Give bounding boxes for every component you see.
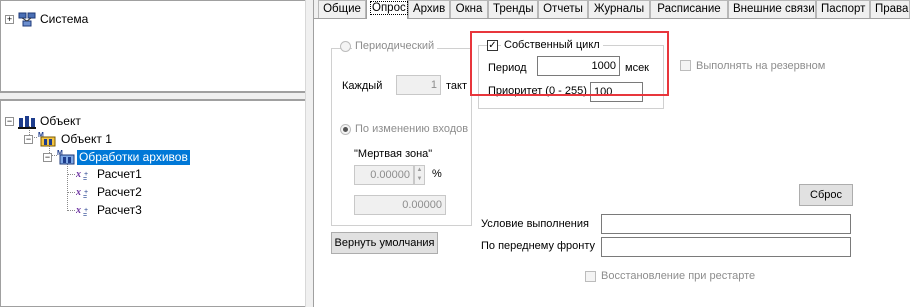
condition-field[interactable] [601,214,851,234]
svg-text:x: x [76,187,81,198]
restore-on-restart-checkbox[interactable] [585,271,596,282]
tab-reports[interactable]: Отчеты [538,0,588,18]
tab-passport[interactable]: Паспорт [816,0,870,18]
reserve-checkbox[interactable] [680,60,691,71]
collapse-archive-processing-button[interactable]: − [43,153,52,162]
by-change-label: По изменению входов [352,123,472,135]
svg-text:=: = [83,194,87,200]
periodic-radio[interactable] [340,41,351,52]
tab-windows[interactable]: Окна [450,0,488,18]
tab-schedule[interactable]: Расписание [650,0,728,18]
condition-label: Условие выполнения [481,218,589,230]
tree-item-calc1[interactable]: Расчет1 [95,167,144,182]
restore-on-restart-label: Восстановление при рестарте [601,270,756,282]
expand-system-button[interactable]: + [5,15,14,24]
vertical-splitter[interactable] [305,0,314,307]
collapse-object-button[interactable]: − [5,117,14,126]
reset-button[interactable]: Сброс [799,184,853,206]
calc-icon: x + = [76,187,88,200]
spin-up-icon[interactable]: ▲ [415,166,424,175]
restore-defaults-button[interactable]: Вернуть умолчания [331,232,438,254]
each-field[interactable]: 1 [396,75,441,95]
tab-trends[interactable]: Тренды [488,0,538,18]
svg-text:=: = [83,176,87,182]
tab-polling[interactable]: Опрос [366,0,408,19]
highlight-box [470,31,669,96]
collapse-object1-button[interactable]: − [24,135,33,144]
calc-icon: x + = [76,205,88,218]
tab-rights[interactable]: Права [870,0,910,18]
spin-down-icon[interactable]: ▼ [415,175,424,184]
object1-icon: M [38,132,56,147]
by-change-radio[interactable] [340,124,351,135]
system-icon [18,12,36,27]
object-tree-pane[interactable]: − Объект − M Объект 1 − M Обработки архи… [0,100,306,307]
object-root-icon [18,116,36,129]
front-field[interactable] [601,237,851,257]
front-label: По переднему фронту [481,240,596,252]
reserve-label: Выполнять на резервном [696,60,826,72]
deadband-spinner[interactable]: ▲ ▼ [414,165,425,185]
tree-item-system[interactable]: Система [38,12,90,27]
tree-item-calc2[interactable]: Расчет2 [95,185,144,200]
each-label: Каждый [342,80,383,92]
horizontal-splitter[interactable] [0,92,306,100]
svg-text:x: x [76,169,81,180]
deadband-absolute-field[interactable]: 0.00000 [354,195,446,215]
tab-bar: Общие Опрос Архив Окна Тренды Отчеты Жур… [314,0,910,19]
tact-label: такт [446,80,468,92]
tree-item-calc3[interactable]: Расчет3 [95,203,144,218]
tab-archive[interactable]: Архив [408,0,450,18]
svg-text:x: x [76,205,81,216]
tree-item-object[interactable]: Объект [38,114,83,129]
system-tree-pane[interactable]: + Система [0,0,306,92]
svg-text:=: = [83,212,87,218]
archive-processing-icon: M [57,150,75,165]
calc-icon: x + = [76,169,88,182]
deadband-percent-field[interactable]: 0.00000 [354,165,414,185]
percent-label: % [432,168,442,180]
tab-journals[interactable]: Журналы [588,0,650,18]
tab-general[interactable]: Общие [318,0,366,18]
periodic-label: Периодический [352,40,438,52]
tree-item-archive-processing[interactable]: Обработки архивов [77,150,190,165]
deadband-label: "Мертвая зона" [354,148,433,160]
tree-item-object1[interactable]: Объект 1 [59,132,114,147]
tab-external-links[interactable]: Внешние связи [728,0,816,18]
